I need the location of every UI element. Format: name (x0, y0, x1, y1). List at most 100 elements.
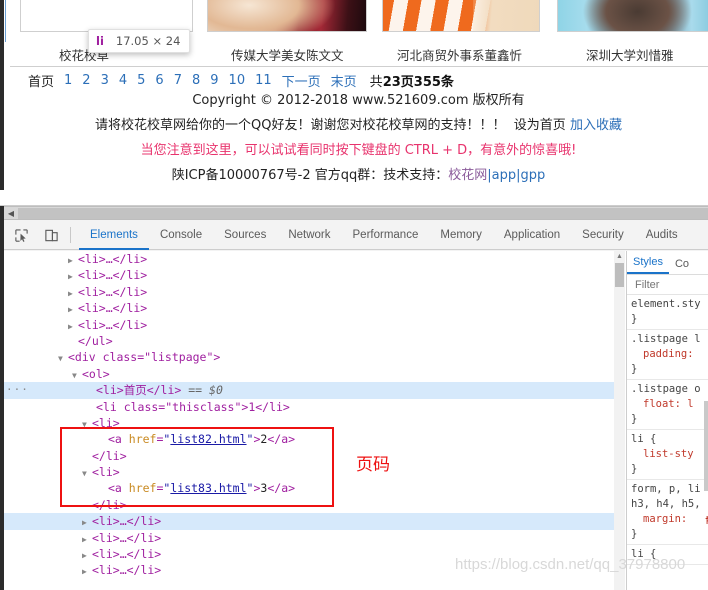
thumbnail-item[interactable] (207, 0, 367, 32)
tab-application[interactable]: Application (493, 221, 571, 250)
tree-row[interactable]: <li>…</li> (4, 300, 624, 316)
expand-triangle-icon[interactable] (82, 564, 92, 580)
style-rule-selector: element.sty (631, 298, 701, 310)
footer-add-favorite[interactable]: 加入收藏 (570, 118, 622, 133)
inspect-element-icon[interactable] (8, 222, 34, 248)
pagination-page-3[interactable]: 3 (96, 73, 114, 88)
tree-node-div-listpage: <div class="listpage"> (68, 350, 221, 365)
thumbnail-item[interactable] (20, 0, 193, 32)
style-rule-property-overridden[interactable]: padding: (694, 512, 708, 527)
tab-memory[interactable]: Memory (429, 221, 493, 250)
tab-audits[interactable]: Audits (635, 221, 689, 250)
pagination-summary: 共23页355条 (362, 71, 454, 90)
tree-scrollbar-thumb[interactable] (615, 263, 624, 287)
style-rule[interactable]: .listpage o float: l } (627, 380, 708, 430)
element-highlight-tooltip: li 17.05 × 24 (88, 29, 191, 53)
footer-notice: 当您注意到这里，可以试试看同时按下键盘的 CTRL + D，有意外的惊喜哦! (140, 143, 577, 158)
pagination-page-11[interactable]: 11 (250, 73, 277, 88)
tab-elements[interactable]: Elements (79, 221, 149, 250)
footer-set-home[interactable]: 设为首页 (514, 118, 566, 133)
tree-row[interactable]: <li>…</li> (4, 530, 624, 546)
pagination-next[interactable]: 下一页 (277, 71, 326, 90)
tree-row-li-close[interactable]: </li> (4, 448, 624, 464)
footer-icp-link[interactable]: 校花网 (448, 168, 487, 183)
thumbnail-item[interactable] (557, 0, 708, 32)
footer-gpp-link[interactable]: gpp (521, 168, 546, 183)
tree-row-anchor-2[interactable]: <a href="list82.html">2</a> (4, 431, 624, 447)
tree-row[interactable]: <li>…</li> (4, 317, 624, 333)
toolbar-divider (70, 227, 71, 243)
pagination-page-10[interactable]: 10 (224, 73, 251, 88)
tree-vertical-scrollbar[interactable]: ▲ (614, 251, 625, 590)
style-rule[interactable]: element.sty } (627, 295, 708, 330)
thumbnail-caption[interactable]: 传媒大学美女陈文文 (231, 45, 344, 64)
tab-styles[interactable]: Styles (627, 256, 669, 274)
pagination-page-1[interactable]: 1 (59, 73, 77, 88)
pagination-page-9[interactable]: 9 (205, 73, 223, 88)
tree-row[interactable]: <li>…</li> (4, 562, 624, 578)
elements-dom-tree[interactable]: <li>…</li> <li>…</li> <li>…</li> <li>…</… (4, 251, 624, 590)
tree-row-selected[interactable]: ··· <li>首页</li> == $0 (4, 382, 624, 399)
tree-node-collapsed-li: <li>…</li> (78, 268, 148, 283)
tab-console[interactable]: Console (149, 221, 213, 250)
tree-node-li-close: </li> (92, 448, 127, 463)
tree-row[interactable]: <li>…</li> (4, 267, 624, 283)
console-selection-marker: == $0 (188, 383, 223, 398)
scroll-left-arrow[interactable]: ◀ (6, 209, 16, 219)
style-rule-close: } (631, 413, 638, 425)
pagination-page-4-highlighted[interactable]: 4 (109, 69, 132, 93)
style-rule-property[interactable]: list-sty (631, 447, 694, 462)
pagination-last[interactable]: 末页 (326, 71, 362, 90)
anchor-href-link[interactable]: list82.html (170, 432, 246, 446)
page-horizontal-scrollbar[interactable]: ◀ (4, 206, 708, 220)
footer-app-link[interactable]: app (492, 168, 516, 183)
pagination-page-4-label: 4 (118, 73, 128, 88)
styles-filter-input[interactable] (633, 277, 703, 292)
tree-row-li-thisclass[interactable]: <li class="thisclass">1</li> (4, 399, 624, 415)
style-rule-property[interactable]: padding: (631, 347, 694, 362)
style-rule-close: } (631, 363, 638, 375)
device-toolbar-icon[interactable] (38, 222, 64, 248)
style-rule[interactable]: li { list-sty } (627, 430, 708, 480)
tab-computed[interactable]: Co (669, 258, 695, 274)
style-rule-close: } (631, 528, 638, 540)
pagination-first[interactable]: 首页 (23, 71, 59, 90)
anchor-open-bracket: <a (108, 432, 129, 447)
tree-row-li-open[interactable]: <li> (4, 464, 624, 480)
tree-row[interactable]: <li>…</li> (4, 546, 624, 562)
thumbnail-caption[interactable]: 深圳大学刘惜雅 (586, 45, 674, 64)
style-rule-property[interactable]: margin: (631, 512, 687, 527)
tree-row[interactable]: <li>…</li> (4, 251, 624, 267)
scrollbar-thumb[interactable] (18, 208, 708, 219)
tree-row-close-ul[interactable]: </ul> (4, 333, 624, 349)
pagination-page-5[interactable]: 5 (132, 73, 150, 88)
tree-node-collapsed-li: <li>…</li> (78, 284, 148, 299)
styles-scrollbar[interactable] (704, 401, 708, 491)
tree-node-li-thisclass: <li class="thisclass">1</li> (96, 399, 290, 414)
footer-copyright: Copyright © 2012-2018 www.521609.com 版权所… (192, 93, 525, 108)
tree-row[interactable]: <li>…</li> (4, 513, 624, 530)
tree-row-div-listpage[interactable]: <div class="listpage"> (4, 349, 624, 365)
tree-row-li-close[interactable]: </li> (4, 497, 624, 513)
tab-security[interactable]: Security (571, 221, 635, 250)
pagination-page-8[interactable]: 8 (187, 73, 205, 88)
style-rule[interactable]: form, p, li h3, h4, h5, margin: padding:… (627, 480, 708, 545)
tab-performance[interactable]: Performance (342, 221, 430, 250)
tree-row[interactable]: <li>…</li> (4, 284, 624, 300)
tree-row-anchor-3[interactable]: <a href="list83.html">3</a> (4, 480, 624, 496)
scroll-up-arrow[interactable]: ▲ (615, 252, 624, 262)
thumbnail-item[interactable] (382, 0, 540, 32)
style-rule[interactable]: li { (627, 545, 708, 565)
pagination-page-6[interactable]: 6 (150, 73, 168, 88)
pagination-page-7[interactable]: 7 (169, 73, 187, 88)
anchor-href-value: "list83.html" (163, 481, 254, 496)
tab-network[interactable]: Network (277, 221, 341, 250)
tab-sources[interactable]: Sources (213, 221, 277, 250)
tree-row-li-open[interactable]: <li> (4, 415, 624, 431)
thumbnail-caption[interactable]: 河北商贸外事系董鑫忻 (397, 45, 522, 64)
style-rule-property[interactable]: float: l (631, 397, 694, 412)
anchor-href-link[interactable]: list83.html (170, 481, 246, 495)
tree-row-ol[interactable]: <ol> (4, 366, 624, 382)
pagination-page-2[interactable]: 2 (77, 73, 95, 88)
style-rule[interactable]: .listpage l padding: } (627, 330, 708, 380)
